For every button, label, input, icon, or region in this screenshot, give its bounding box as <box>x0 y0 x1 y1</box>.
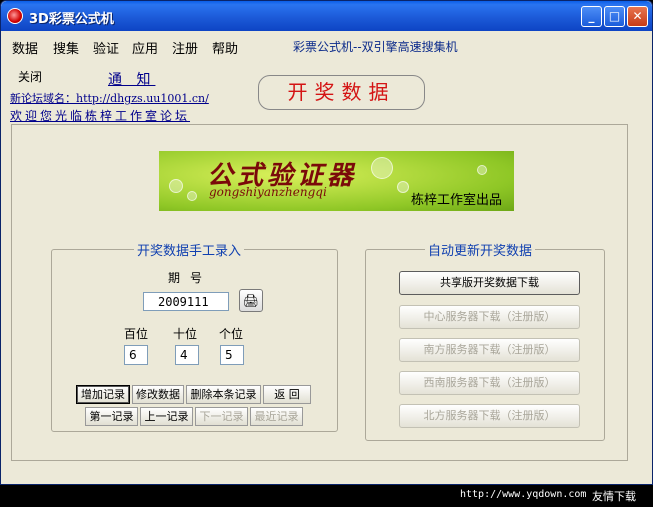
back-button[interactable]: 返 回 <box>263 385 311 404</box>
central-server-download-button[interactable]: 中心服务器下载（注册版） <box>399 305 580 329</box>
menu-help[interactable]: 帮助 <box>212 38 238 57</box>
north-server-download-button[interactable]: 北方服务器下载（注册版） <box>399 404 580 428</box>
footer-site-name: 友情下载 <box>592 490 636 503</box>
latest-record-button[interactable]: 最近记录 <box>250 407 303 426</box>
manual-entry-group: 开奖数据手工录入 期号 2009111 🖨 百位 十位 个位 6 4 5 增加记… <box>51 240 338 432</box>
next-record-button[interactable]: 下一记录 <box>195 407 248 426</box>
tens-input[interactable]: 4 <box>175 345 199 365</box>
notice-link[interactable]: 通 知 <box>108 69 155 89</box>
watermark-footer: http://www.yqdown.com 友情下载 <box>0 485 653 507</box>
forum-domain-link[interactable]: 新论坛域名：http://dhgzs.uu1001.cn/ <box>10 90 209 106</box>
hundreds-input[interactable]: 6 <box>124 345 148 365</box>
title-bar[interactable]: 3D彩票公式机 _ □ ✕ <box>1 1 652 31</box>
printer-icon: 🖨 <box>242 294 260 309</box>
footer-url: http://www.yqdown.com <box>460 489 587 500</box>
banner-credit: 栋梓工作室出品 <box>411 193 503 208</box>
bubble-decoration <box>187 191 197 201</box>
tens-label: 十位 <box>173 327 198 341</box>
issue-label: 期号 <box>168 271 213 285</box>
bubble-decoration <box>477 165 487 175</box>
modify-data-button[interactable]: 修改数据 <box>132 385 184 404</box>
main-window: 3D彩票公式机 _ □ ✕ 数据 搜集 验证 应用 注册 帮助 彩票公式机--双… <box>0 0 653 485</box>
menu-collect[interactable]: 搜集 <box>53 38 79 57</box>
close-window-button[interactable]: ✕ <box>627 6 648 27</box>
auto-update-group: 自动更新开奖数据 共享版开奖数据下载 中心服务器下载（注册版） 南方服务器下载（… <box>365 240 605 441</box>
south-server-download-button[interactable]: 南方服务器下载（注册版） <box>399 338 580 362</box>
minimize-button[interactable]: _ <box>581 6 602 27</box>
auto-update-title: 自动更新开奖数据 <box>425 240 536 259</box>
first-record-button[interactable]: 第一记录 <box>85 407 138 426</box>
close-label[interactable]: 关闭 <box>18 68 42 85</box>
previous-record-button[interactable]: 上一记录 <box>140 407 193 426</box>
bubble-decoration <box>371 157 393 179</box>
menu-data[interactable]: 数据 <box>12 38 38 57</box>
bubble-decoration <box>397 181 409 193</box>
menu-register[interactable]: 注册 <box>172 38 198 57</box>
menu-bar: 数据 搜集 验证 应用 注册 帮助 彩票公式机--双引擎高速搜集机 <box>1 31 652 59</box>
ones-input[interactable]: 5 <box>220 345 244 365</box>
menu-verify[interactable]: 验证 <box>93 38 119 57</box>
menu-apply[interactable]: 应用 <box>132 38 158 57</box>
banner-pinyin: gongshiyanzhengqi <box>209 185 327 199</box>
ones-label: 个位 <box>219 327 244 341</box>
bubble-decoration <box>169 179 183 193</box>
shared-download-button[interactable]: 共享版开奖数据下载 <box>399 271 580 295</box>
banner-image: 公式验证器 gongshiyanzhengqi 栋梓工作室出品 <box>159 151 514 211</box>
menu-slogan: 彩票公式机--双引擎高速搜集机 <box>293 40 458 54</box>
issue-input[interactable]: 2009111 <box>143 292 229 311</box>
print-button[interactable]: 🖨 <box>239 289 263 312</box>
hundreds-label: 百位 <box>124 327 149 341</box>
forum-welcome-link[interactable]: 欢迎您光临栋梓工作室论坛 <box>10 107 190 124</box>
delete-record-button[interactable]: 删除本条记录 <box>186 385 261 404</box>
section-header: 开奖数据 <box>258 75 425 110</box>
window-title: 3D彩票公式机 <box>29 12 114 27</box>
manual-entry-title: 开奖数据手工录入 <box>134 240 245 259</box>
app-icon[interactable] <box>7 8 23 24</box>
maximize-button[interactable]: □ <box>604 6 625 27</box>
add-record-button[interactable]: 增加记录 <box>76 385 130 404</box>
southwest-server-download-button[interactable]: 西南服务器下载（注册版） <box>399 371 580 395</box>
